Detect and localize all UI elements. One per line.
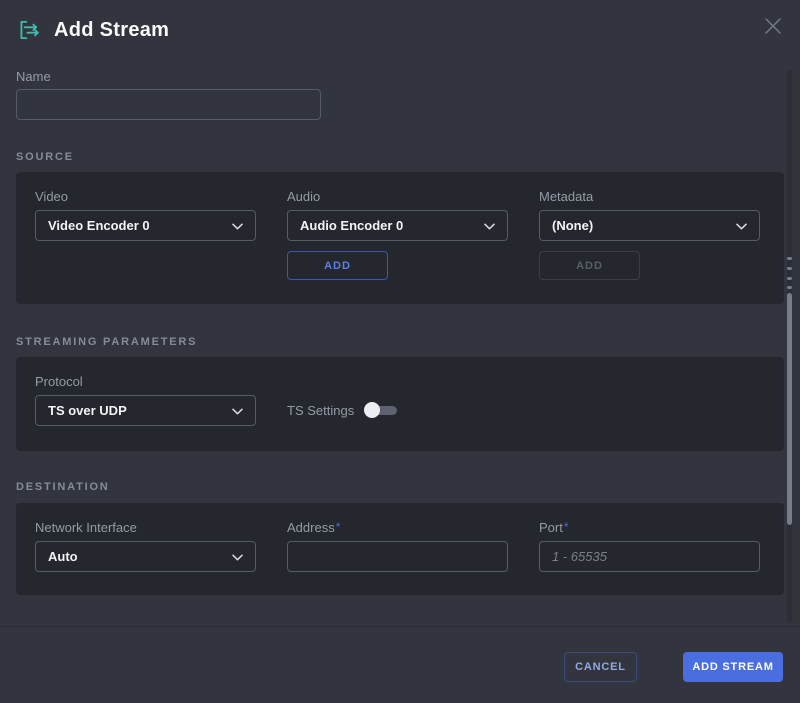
port-label: Port*	[539, 520, 760, 535]
protocol-column: Protocol TS over UDP	[35, 374, 256, 426]
address-label: Address*	[287, 520, 508, 535]
source-section-heading: SOURCE	[16, 152, 784, 163]
add-stream-button[interactable]: ADD STREAM	[683, 652, 783, 682]
scrollbar-dot	[787, 277, 792, 280]
address-column: Address*	[287, 520, 508, 572]
address-required-asterisk: *	[336, 520, 341, 534]
port-required-asterisk: *	[564, 520, 569, 534]
video-column: Video Video Encoder 0	[35, 189, 256, 280]
streaming-parameters-panel: Protocol TS over UDP TS Settings	[16, 357, 784, 451]
network-interface-label: Network Interface	[35, 520, 256, 535]
destination-section-heading: DESTINATION	[16, 482, 784, 493]
protocol-label: Protocol	[35, 374, 256, 389]
port-column: Port*	[539, 520, 760, 572]
scrollbar-thumb[interactable]	[787, 293, 792, 525]
metadata-selected-value: (None)	[552, 218, 593, 233]
ts-settings-toggle[interactable]	[364, 402, 397, 418]
chevron-down-icon	[232, 402, 243, 420]
ts-settings-group: TS Settings	[287, 402, 397, 418]
scrollbar-dot	[787, 267, 792, 270]
video-encoder-select[interactable]: Video Encoder 0	[35, 210, 256, 241]
scrollbar-dot	[787, 286, 792, 289]
source-panel: Video Video Encoder 0 Audio Audio Encode…	[16, 172, 784, 304]
streaming-parameters-heading: STREAMING PARAMETERS	[16, 337, 784, 348]
add-stream-dialog: Add Stream Name SOURCE Video Video Encod…	[0, 0, 800, 595]
network-interface-selected-value: Auto	[48, 549, 78, 564]
add-metadata-button-disabled: ADD	[539, 251, 640, 280]
metadata-column: Metadata (None) ADD	[539, 189, 760, 280]
close-icon[interactable]	[761, 15, 785, 39]
chevron-down-icon	[232, 548, 243, 566]
audio-column: Audio Audio Encoder 0 ADD	[287, 189, 508, 280]
chevron-down-icon	[484, 217, 495, 235]
audio-encoder-selected-value: Audio Encoder 0	[300, 218, 403, 233]
dialog-title: Add Stream	[54, 19, 169, 42]
audio-label: Audio	[287, 189, 508, 204]
network-interface-select[interactable]: Auto	[35, 541, 256, 572]
chevron-down-icon	[232, 217, 243, 235]
toggle-knob	[364, 402, 380, 418]
cancel-button[interactable]: CANCEL	[564, 652, 637, 682]
protocol-select[interactable]: TS over UDP	[35, 395, 256, 426]
name-input[interactable]	[16, 89, 321, 120]
video-label: Video	[35, 189, 256, 204]
ts-settings-label: TS Settings	[287, 403, 354, 418]
destination-panel: Network Interface Auto Address* Port*	[16, 503, 784, 595]
protocol-selected-value: TS over UDP	[48, 403, 127, 418]
dialog-footer: CANCEL ADD STREAM	[0, 626, 800, 703]
dialog-header: Add Stream	[16, 0, 784, 43]
chevron-down-icon	[736, 217, 747, 235]
port-input[interactable]	[539, 541, 760, 572]
metadata-label: Metadata	[539, 189, 760, 204]
video-encoder-selected-value: Video Encoder 0	[48, 218, 150, 233]
name-label: Name	[16, 69, 784, 84]
audio-encoder-select[interactable]: Audio Encoder 0	[287, 210, 508, 241]
network-interface-column: Network Interface Auto	[35, 520, 256, 572]
metadata-select[interactable]: (None)	[539, 210, 760, 241]
scrollbar-dot	[787, 257, 792, 260]
name-field-group: Name	[16, 69, 784, 120]
stream-output-icon	[16, 17, 42, 43]
add-audio-button[interactable]: ADD	[287, 251, 388, 280]
address-input[interactable]	[287, 541, 508, 572]
